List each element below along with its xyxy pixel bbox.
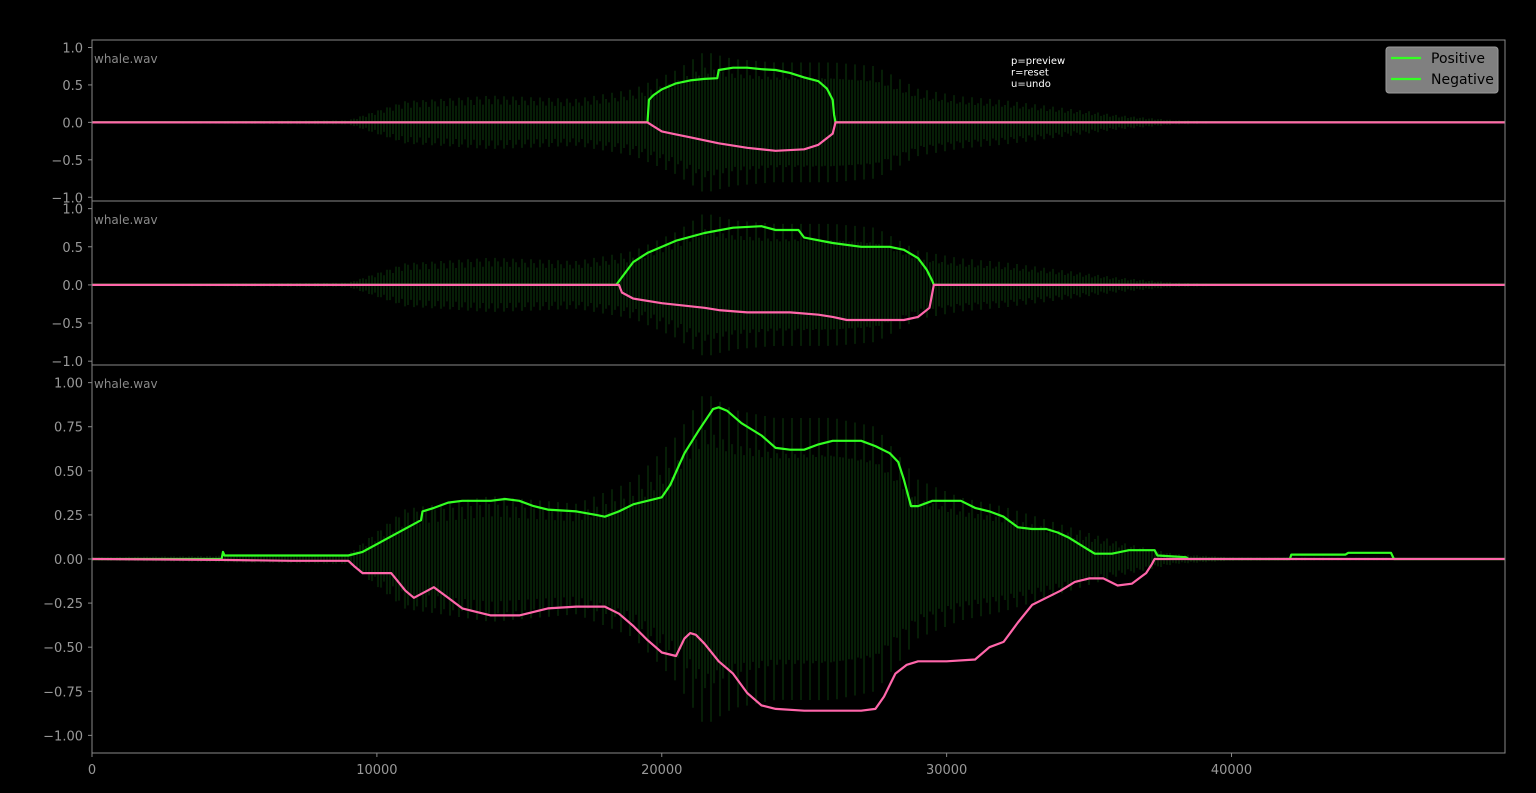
xtick-label: 10000 bbox=[356, 763, 397, 778]
ytick-label: −1.0 bbox=[51, 355, 83, 370]
legend: Positive Negative bbox=[1385, 46, 1499, 94]
ytick-label: −0.75 bbox=[43, 685, 83, 700]
ytick-label: 0.0 bbox=[62, 279, 83, 294]
ytick-label: 0.75 bbox=[54, 421, 83, 436]
ytick-label: 1.00 bbox=[54, 377, 83, 392]
ytick-label: −0.5 bbox=[51, 154, 83, 169]
file-label-2: whale.wav bbox=[94, 213, 158, 227]
help-undo: u=undo bbox=[1011, 79, 1051, 90]
ytick-label: 0.5 bbox=[62, 79, 83, 94]
figure: −1.0−0.50.00.51.0whale.wav−1.0−0.50.00.5… bbox=[0, 0, 1536, 793]
ytick-label: −0.50 bbox=[43, 641, 83, 656]
ytick-label: 0.50 bbox=[54, 465, 83, 480]
file-label-3: whale.wav bbox=[94, 377, 158, 391]
legend-positive-label: Positive bbox=[1431, 51, 1485, 67]
help-reset: r=reset bbox=[1011, 68, 1049, 79]
help-preview: p=preview bbox=[1011, 56, 1065, 67]
xtick-label: 20000 bbox=[641, 763, 682, 778]
ytick-label: 1.0 bbox=[62, 41, 83, 56]
file-label-1: whale.wav bbox=[94, 52, 158, 66]
ytick-label: 0.25 bbox=[54, 509, 83, 524]
ytick-label: 0.0 bbox=[62, 116, 83, 131]
ytick-label: 0.5 bbox=[62, 241, 83, 256]
ytick-label: 0.00 bbox=[54, 553, 83, 568]
legend-negative-label: Negative bbox=[1431, 72, 1494, 88]
ytick-label: −0.25 bbox=[43, 597, 83, 612]
xtick-label: 30000 bbox=[926, 763, 967, 778]
xtick-label: 40000 bbox=[1211, 763, 1252, 778]
xtick-label: 0 bbox=[88, 763, 96, 778]
ytick-label: −0.5 bbox=[51, 317, 83, 332]
ytick-label: 1.0 bbox=[62, 203, 83, 218]
ytick-label: −1.00 bbox=[43, 729, 83, 744]
